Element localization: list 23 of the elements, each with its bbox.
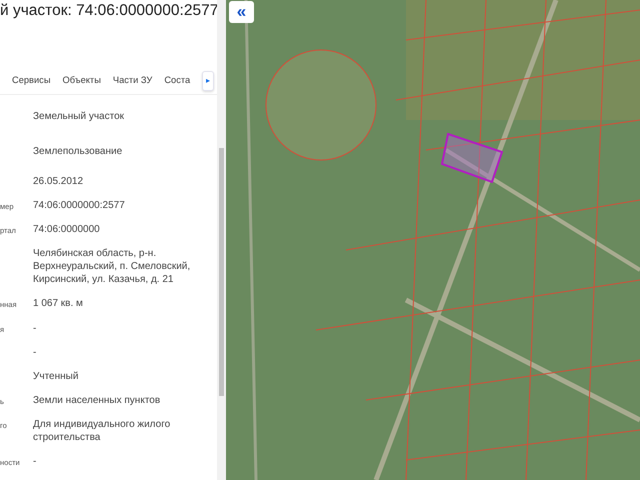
field-value: - [33,455,38,468]
tab[interactable]: Соста [158,74,196,90]
field-value: 74:06:0000000:2577 [33,198,126,212]
tab[interactable]: Объекты [56,74,107,90]
tab[interactable]: Сервисы [0,74,57,90]
field-value: Челябинская область, р-н. Верхнеуральский, п. Смеловский, Кирсинский, ул. Казачья, д. 21 [33,247,192,286]
scrollbar[interactable] [217,0,226,480]
field-value: Учтенный [33,370,80,383]
tab[interactable]: Части ЗУ [106,74,158,90]
aerial-map[interactable]: « [226,0,640,480]
tabs-scroll-button[interactable]: ▸ [202,71,214,92]
scrollbar-thumb[interactable] [219,148,224,396]
field-value: - [33,346,38,359]
field-value: Земли населенных пунктов [33,394,162,407]
highlighted-parcel[interactable] [440,132,504,184]
field-value: 26.05.2012 [33,174,84,188]
collapse-panel-button[interactable]: « [229,1,254,23]
field-value: Землепользование [33,145,124,158]
field-value: - [33,322,38,335]
field-value: Земельный участок [33,110,126,124]
field-value: 74:06:0000000 [33,223,101,236]
field-value: Для индивидуального жилого строительства [33,418,172,444]
field-value: 1 067 кв. м [33,297,84,310]
